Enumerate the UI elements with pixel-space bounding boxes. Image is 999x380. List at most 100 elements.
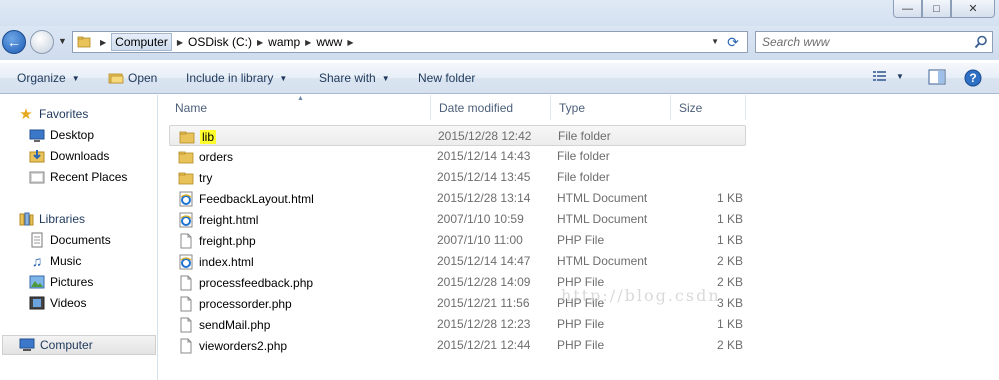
- file-row[interactable]: FeedbackLayout.html 2015/12/28 13:14 HTML …: [169, 188, 746, 209]
- ie-html-icon: [178, 191, 194, 207]
- nav-documents[interactable]: Documents: [0, 230, 158, 250]
- chevron-right-icon[interactable]: ▶: [257, 38, 263, 47]
- file-size: 1 KB: [716, 317, 743, 331]
- dropdown-arrow-icon: ▼: [71, 73, 80, 83]
- nav-videos[interactable]: Videos: [0, 293, 158, 313]
- file-date-modified: 2015/12/14 13:45: [437, 170, 531, 184]
- include-in-library-button[interactable]: Include in library ▼: [186, 71, 287, 85]
- dropdown-arrow-icon: ▼: [896, 71, 904, 81]
- search-icon[interactable]: [974, 35, 988, 49]
- nav-favorites[interactable]: ★ Favorites: [0, 104, 158, 124]
- column-header-size[interactable]: Size: [671, 95, 746, 120]
- forward-button[interactable]: [30, 30, 54, 54]
- file-row[interactable]: lib 2015/12/28 12:42 File folder: [169, 125, 746, 146]
- nav-documents-label: Documents: [50, 233, 111, 247]
- nav-videos-label: Videos: [50, 296, 87, 310]
- file-row[interactable]: freight.php 2007/1/10 11:00 PHP File 1 KB: [169, 230, 746, 251]
- nav-recent-places[interactable]: Recent Places: [0, 167, 158, 187]
- new-folder-button[interactable]: New folder: [418, 71, 475, 85]
- column-header-date-modified[interactable]: Date modified: [431, 95, 551, 120]
- open-button[interactable]: Open: [108, 71, 157, 85]
- file-row[interactable]: try 2015/12/14 13:45 File folder: [169, 167, 746, 188]
- back-arrow-icon: ←: [7, 34, 21, 50]
- nav-music[interactable]: ♫ Music: [0, 251, 158, 271]
- column-header-name[interactable]: Name: [167, 95, 431, 120]
- preview-pane-button[interactable]: [928, 69, 946, 85]
- nav-libraries-label: Libraries: [39, 212, 86, 226]
- file-row[interactable]: sendMail.php 2015/12/28 12:23 PHP File 1 KB: [169, 314, 746, 335]
- nav-pictures-label: Pictures: [50, 275, 94, 289]
- blank-file-icon: [178, 317, 194, 333]
- file-row[interactable]: index.html 2015/12/14 14:47 HTML Document 2…: [169, 251, 746, 272]
- file-row[interactable]: vieworders2.php 2015/12/21 12:44 PHP File 2…: [169, 335, 746, 356]
- chevron-right-icon[interactable]: ▶: [347, 38, 353, 47]
- file-date-modified: 2015/12/14 14:47: [437, 254, 531, 268]
- refresh-icon: ⟳: [727, 34, 739, 50]
- window-controls: — □ ✕: [893, 0, 995, 18]
- watermark-text: http://blog.csdn: [561, 286, 721, 305]
- file-type: HTML Document: [557, 191, 648, 205]
- file-name-cell: orders: [178, 149, 233, 165]
- file-type: PHP File: [557, 317, 605, 331]
- search-input[interactable]: [762, 34, 962, 50]
- help-button[interactable]: ?: [964, 69, 982, 87]
- file-size: 1 KB: [716, 191, 743, 205]
- include-in-library-label: Include in library: [186, 71, 274, 85]
- chevron-right-icon[interactable]: ▶: [177, 38, 183, 47]
- close-button[interactable]: ✕: [951, 0, 995, 18]
- svg-text:?: ?: [969, 71, 976, 85]
- maximize-icon: □: [933, 2, 940, 15]
- breadcrumb-computer[interactable]: Computer: [111, 33, 172, 51]
- libraries-icon: [19, 212, 34, 226]
- file-name: processorder.php: [199, 297, 292, 311]
- file-name: freight.php: [199, 234, 256, 248]
- downloads-icon: [29, 150, 45, 163]
- column-header-type[interactable]: Type: [551, 95, 671, 120]
- open-label: Open: [128, 71, 158, 85]
- desktop-icon: [29, 129, 45, 142]
- minimize-button[interactable]: —: [893, 0, 922, 18]
- breadcrumb-osdisk[interactable]: OSDisk (C:): [188, 35, 252, 49]
- file-row[interactable]: freight.html 2007/1/10 10:59 HTML Document…: [169, 209, 746, 230]
- nav-recent-places-label: Recent Places: [50, 170, 128, 184]
- nav-libraries[interactable]: Libraries: [0, 209, 158, 229]
- refresh-button[interactable]: ⟳: [724, 34, 742, 50]
- pictures-icon: [29, 275, 45, 289]
- nav-pictures[interactable]: Pictures: [0, 272, 158, 292]
- file-size: 2 KB: [716, 254, 743, 268]
- chevron-right-icon[interactable]: ▶: [305, 38, 311, 47]
- file-size: 1 KB: [716, 212, 743, 226]
- music-icon: ♫: [31, 253, 43, 269]
- file-date-modified: 2015/12/28 14:09: [437, 275, 531, 289]
- share-with-button[interactable]: Share with ▼: [319, 71, 390, 85]
- breadcrumb-wamp[interactable]: wamp: [268, 35, 300, 49]
- file-size: 2 KB: [716, 338, 743, 352]
- maximize-button[interactable]: □: [922, 0, 951, 18]
- file-name: vieworders2.php: [199, 339, 288, 353]
- address-bar[interactable]: ▶ Computer ▶ OSDisk (C:) ▶ wamp ▶ www ▶ …: [72, 31, 748, 53]
- view-details-icon: [873, 71, 886, 81]
- nav-downloads[interactable]: Downloads: [0, 146, 158, 166]
- star-icon: ★: [19, 106, 33, 123]
- back-button[interactable]: ←: [2, 30, 26, 54]
- chevron-right-icon[interactable]: ▶: [100, 38, 106, 47]
- nav-computer-label: Computer: [40, 338, 93, 352]
- folder-icon: [178, 170, 194, 186]
- videos-icon: [29, 296, 45, 310]
- dropdown-arrow-icon: ▼: [279, 73, 288, 83]
- nav-desktop[interactable]: Desktop: [0, 125, 158, 145]
- file-date-modified: 2015/12/14 14:43: [437, 149, 531, 163]
- ie-html-icon: [178, 254, 194, 270]
- breadcrumb-www[interactable]: www: [316, 35, 342, 49]
- nav-computer[interactable]: Computer: [2, 335, 156, 355]
- file-name: freight.html: [199, 213, 259, 227]
- file-date-modified: 2015/12/28 12:42: [438, 129, 532, 143]
- change-view-button[interactable]: ▼: [872, 69, 904, 83]
- file-name-cell: vieworders2.php: [178, 338, 287, 354]
- address-history-dropdown[interactable]: ▼: [711, 37, 719, 46]
- organize-label: Organize: [17, 71, 66, 85]
- file-type: File folder: [558, 129, 611, 143]
- recent-pages-dropdown[interactable]: ▼: [58, 36, 67, 46]
- organize-button[interactable]: Organize ▼: [17, 71, 80, 85]
- file-row[interactable]: orders 2015/12/14 14:43 File folder: [169, 146, 746, 167]
